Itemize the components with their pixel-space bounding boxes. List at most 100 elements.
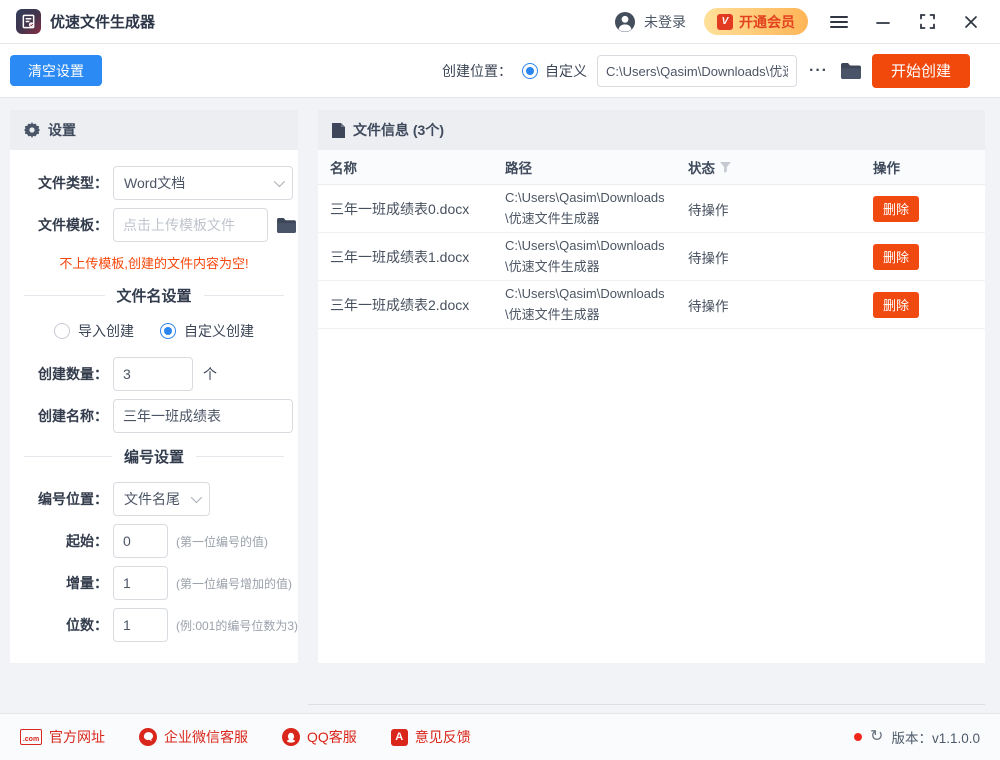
main-content: 设置 文件类型： Word文档 文件模板： 不上传模板,创建的文件内容为空! bbox=[0, 98, 1000, 713]
vip-button-label: 开通会员 bbox=[739, 12, 795, 32]
custom-location-radio[interactable] bbox=[522, 63, 538, 79]
template-upload-input[interactable] bbox=[113, 208, 268, 242]
filename-section-label: 文件名设置 bbox=[117, 285, 192, 306]
file-name-cell: 三年一班成绩表1.docx bbox=[330, 247, 505, 267]
menu-button[interactable] bbox=[826, 9, 852, 35]
start-create-button[interactable]: 开始创建 bbox=[872, 54, 970, 88]
digits-label: 位数： bbox=[26, 615, 108, 635]
file-status-cell: 待操作 bbox=[688, 295, 873, 315]
file-table-header: 名称 路径 状态 操作 bbox=[318, 150, 985, 185]
user-avatar-icon bbox=[614, 11, 636, 33]
qq-support-link[interactable]: QQ客服 bbox=[282, 727, 357, 747]
file-type-value: Word文档 bbox=[124, 173, 185, 193]
login-group[interactable]: 未登录 bbox=[614, 11, 686, 33]
custom-create-label[interactable]: 自定义创建 bbox=[184, 321, 254, 341]
file-path-cell: C:\Users\Qasim\Downloads\优速文件生成器 bbox=[505, 188, 677, 228]
number-position-select[interactable]: 文件名尾 bbox=[113, 482, 210, 516]
file-info-panel: 文件信息 (3个) 名称 路径 状态 操作 三年一班成绩表0.docx C:\U… bbox=[318, 110, 985, 663]
chevron-down-icon bbox=[191, 492, 202, 503]
increment-label: 增量： bbox=[26, 573, 108, 593]
file-type-label: 文件类型： bbox=[26, 173, 108, 193]
settings-panel: 设置 文件类型： Word文档 文件模板： 不上传模板,创建的文件内容为空! bbox=[10, 110, 298, 663]
wechat-icon bbox=[139, 728, 157, 746]
start-number-hint: (第一位编号的值) bbox=[176, 533, 268, 550]
close-icon bbox=[964, 15, 978, 29]
create-name-label: 创建名称： bbox=[26, 406, 108, 426]
minimize-button[interactable] bbox=[870, 9, 896, 35]
custom-create-radio[interactable] bbox=[160, 323, 176, 339]
hamburger-icon bbox=[830, 15, 848, 29]
column-status: 状态 bbox=[688, 157, 715, 177]
table-row: 三年一班成绩表0.docx C:\Users\Qasim\Downloads\优… bbox=[318, 185, 985, 233]
file-panel-header: 文件信息 (3个) bbox=[318, 110, 985, 150]
version-text: 版本：v1.1.0.0 bbox=[891, 727, 980, 747]
settings-panel-header: 设置 bbox=[10, 110, 298, 150]
feedback-link[interactable]: A 意见反馈 bbox=[391, 727, 471, 747]
delete-button[interactable]: 删除 bbox=[873, 292, 919, 318]
wechat-support-link[interactable]: 企业微信客服 bbox=[139, 727, 248, 747]
toolbar: 清空设置 创建位置： 自定义 ··· 开始创建 bbox=[0, 44, 1000, 98]
folder-icon bbox=[276, 217, 297, 234]
maximize-button[interactable] bbox=[914, 9, 940, 35]
digits-hint: (例:001的编号位数为3) bbox=[176, 617, 298, 634]
file-name-cell: 三年一班成绩表2.docx bbox=[330, 295, 505, 315]
open-folder-button[interactable] bbox=[840, 62, 862, 80]
create-mode-group: 导入创建 自定义创建 bbox=[10, 321, 298, 341]
template-folder-button[interactable] bbox=[276, 217, 297, 234]
column-action: 操作 bbox=[873, 157, 973, 177]
panel-bottom-divider bbox=[308, 704, 985, 705]
table-row: 三年一班成绩表2.docx C:\Users\Qasim\Downloads\优… bbox=[318, 281, 985, 329]
create-location-label: 创建位置： bbox=[442, 61, 512, 81]
output-path-input[interactable] bbox=[597, 55, 797, 87]
start-number-input[interactable] bbox=[113, 524, 168, 558]
file-type-select[interactable]: Word文档 bbox=[113, 166, 293, 200]
import-create-label[interactable]: 导入创建 bbox=[78, 321, 134, 341]
minimize-icon bbox=[876, 15, 890, 29]
browse-more-button[interactable]: ··· bbox=[807, 62, 830, 80]
feedback-label: 意见反馈 bbox=[415, 727, 471, 747]
titlebar: 优速文件生成器 未登录 V 开通会员 bbox=[0, 0, 1000, 44]
clear-settings-button[interactable]: 清空设置 bbox=[10, 55, 102, 86]
file-status-cell: 待操作 bbox=[688, 247, 873, 267]
custom-location-radio-label[interactable]: 自定义 bbox=[545, 61, 587, 81]
folder-icon bbox=[840, 62, 862, 80]
official-site-label: 官方网址 bbox=[49, 727, 105, 747]
file-path-cell: C:\Users\Qasim\Downloads\优速文件生成器 bbox=[505, 284, 677, 324]
official-site-link[interactable]: .com 官方网址 bbox=[20, 727, 105, 747]
create-count-input[interactable] bbox=[113, 357, 193, 391]
increment-input[interactable] bbox=[113, 566, 168, 600]
app-title: 优速文件生成器 bbox=[50, 11, 155, 32]
document-icon bbox=[332, 123, 345, 138]
refresh-icon[interactable]: ↻ bbox=[870, 729, 883, 745]
chevron-down-icon bbox=[274, 176, 285, 187]
numbering-section-label: 编号设置 bbox=[124, 446, 184, 467]
file-template-label: 文件模板： bbox=[26, 215, 108, 235]
create-name-input[interactable] bbox=[113, 399, 293, 433]
column-path: 路径 bbox=[505, 157, 688, 177]
app-logo-icon bbox=[16, 9, 41, 34]
delete-button[interactable]: 删除 bbox=[873, 244, 919, 270]
number-position-value: 文件名尾 bbox=[124, 489, 180, 509]
template-warning-text: 不上传模板,创建的文件内容为空! bbox=[10, 253, 298, 272]
vip-icon: V bbox=[717, 14, 733, 30]
import-create-radio[interactable] bbox=[54, 323, 70, 339]
filename-section-title: 文件名设置 bbox=[24, 285, 284, 306]
numbering-section-title: 编号设置 bbox=[24, 446, 284, 467]
delete-button[interactable]: 删除 bbox=[873, 196, 919, 222]
open-vip-button[interactable]: V 开通会员 bbox=[704, 8, 808, 35]
file-panel-title: 文件信息 (3个) bbox=[353, 120, 444, 140]
start-number-label: 起始： bbox=[26, 531, 108, 551]
column-name: 名称 bbox=[330, 157, 505, 177]
close-button[interactable] bbox=[958, 9, 984, 35]
wechat-support-label: 企业微信客服 bbox=[164, 727, 248, 747]
maximize-icon bbox=[920, 14, 935, 29]
file-path-cell: C:\Users\Qasim\Downloads\优速文件生成器 bbox=[505, 236, 677, 276]
status-dot bbox=[854, 733, 862, 741]
file-name-cell: 三年一班成绩表0.docx bbox=[330, 199, 505, 219]
settings-panel-title: 设置 bbox=[48, 120, 76, 140]
increment-hint: (第一位编号增加的值) bbox=[176, 575, 292, 592]
digits-input[interactable] bbox=[113, 608, 168, 642]
qq-icon bbox=[282, 728, 300, 746]
login-status-text[interactable]: 未登录 bbox=[644, 12, 686, 32]
filter-funnel-icon[interactable] bbox=[720, 162, 731, 173]
